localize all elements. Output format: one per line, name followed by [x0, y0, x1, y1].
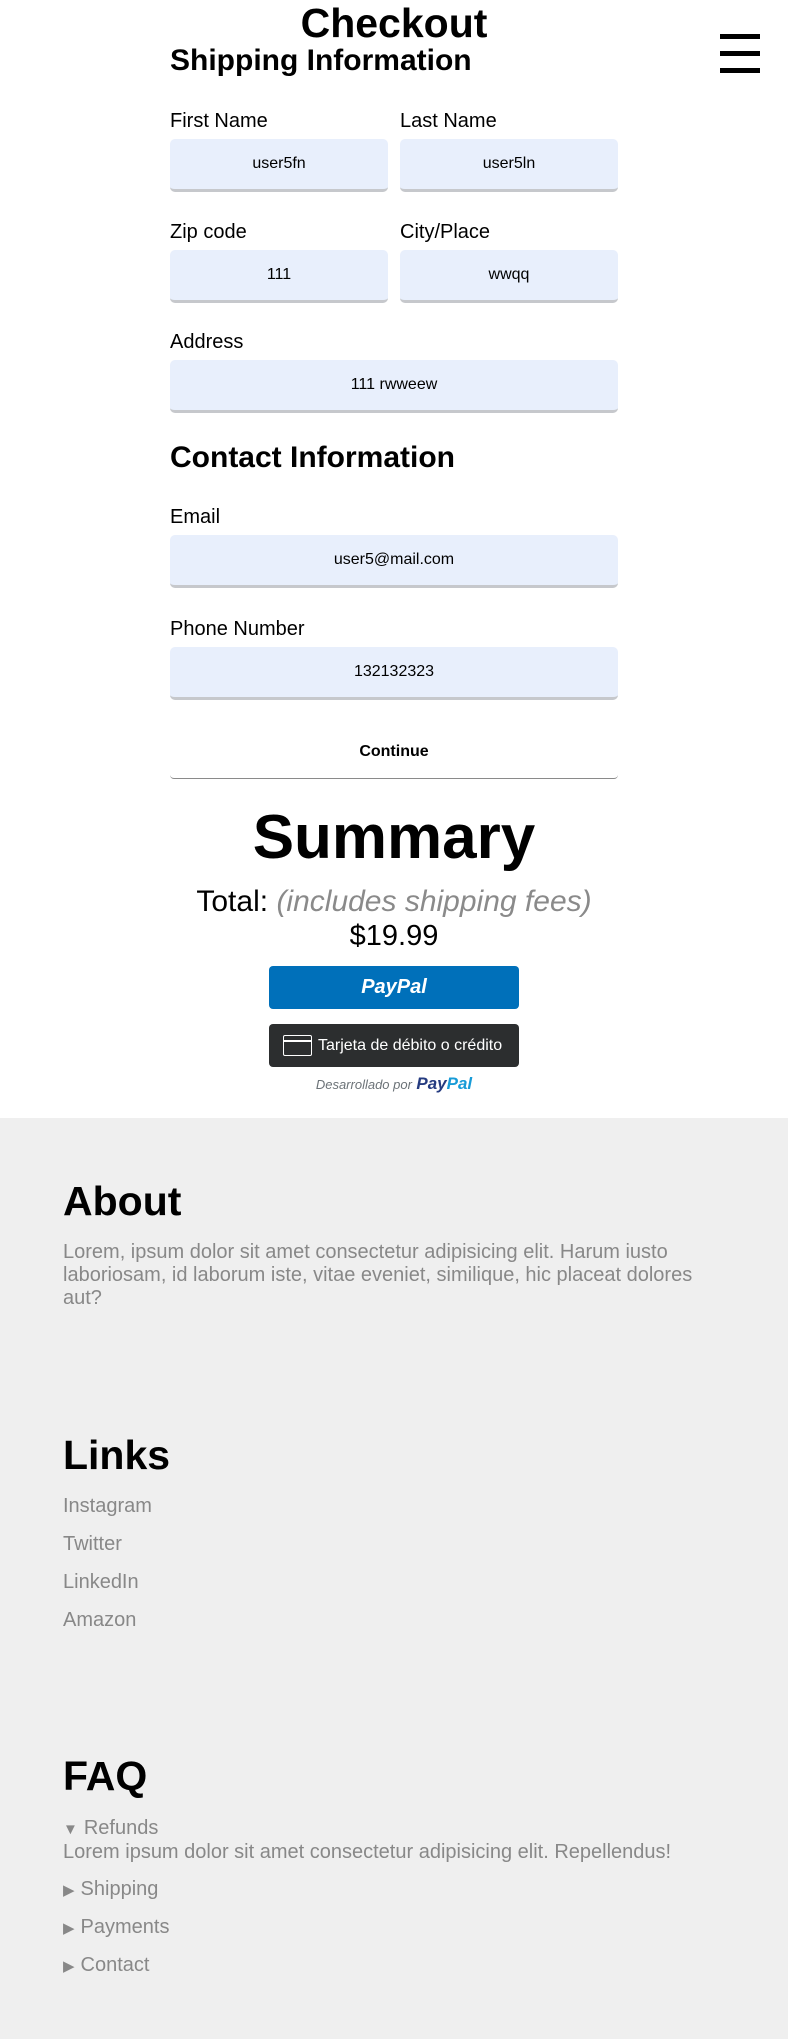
page-title: Checkout: [300, 0, 488, 46]
powered-by-paypal: Desarrollado por PayPal: [0, 1074, 788, 1094]
faq-shipping[interactable]: ▶ Shipping: [63, 1877, 158, 1903]
first-name-label: First Name: [170, 110, 268, 132]
footer: About Lorem, ipsum dolor sit amet consec…: [0, 1118, 788, 2039]
triangle-down-icon: ▼: [63, 1821, 78, 1838]
phone-label: Phone Number: [170, 618, 305, 640]
links-heading: Links: [63, 1432, 171, 1478]
powered-by-text: Desarrollado por: [315, 1077, 412, 1092]
address-input[interactable]: [170, 360, 618, 413]
credit-card-icon: [283, 1035, 312, 1056]
summary-heading: Summary: [252, 803, 536, 872]
shipping-fees-note: (includes shipping fees): [276, 885, 592, 918]
shipping-heading: Shipping Information: [170, 44, 472, 77]
city-input[interactable]: [400, 250, 618, 303]
faq-refunds[interactable]: ▼ Refunds: [63, 1816, 158, 1842]
faq-refunds-body: Lorem ipsum dolor sit amet consectetur a…: [63, 1841, 672, 1863]
email-label: Email: [170, 506, 221, 528]
address-label: Address: [170, 331, 244, 353]
hamburger-menu-icon[interactable]: [718, 34, 762, 78]
total-price: $19.99: [349, 920, 439, 952]
first-name-input[interactable]: [170, 139, 388, 192]
paypal-button[interactable]: PayPal: [269, 966, 519, 1009]
city-label: City/Place: [400, 221, 491, 243]
zip-code-input[interactable]: [170, 250, 388, 303]
paypal-logo: PayPal: [416, 1074, 473, 1093]
link-instagram[interactable]: Instagram: [63, 1494, 152, 1518]
faq-contact[interactable]: ▶ Contact: [63, 1953, 149, 1979]
contact-heading: Contact Information: [170, 441, 455, 474]
total-line: Total: (includes shipping fees): [0, 884, 788, 920]
email-input[interactable]: [170, 535, 618, 588]
triangle-right-icon: ▶: [63, 1920, 75, 1937]
last-name-input[interactable]: [400, 139, 618, 192]
card-payment-label: Tarjeta de débito o crédito: [318, 1037, 503, 1054]
continue-button[interactable]: Continue: [170, 726, 618, 779]
last-name-label: Last Name: [400, 110, 497, 132]
link-amazon[interactable]: Amazon: [63, 1608, 136, 1632]
about-text: Lorem, ipsum dolor sit amet consectetur …: [63, 1241, 693, 1309]
card-payment-button[interactable]: Tarjeta de débito o crédito: [269, 1024, 519, 1067]
faq-payments[interactable]: ▶ Payments: [63, 1915, 169, 1941]
triangle-right-icon: ▶: [63, 1958, 75, 1975]
total-label: Total:: [196, 885, 269, 918]
phone-input[interactable]: [170, 647, 618, 700]
about-heading: About: [63, 1178, 182, 1224]
link-linkedin[interactable]: LinkedIn: [63, 1570, 139, 1594]
triangle-right-icon: ▶: [63, 1882, 75, 1899]
faq-heading: FAQ: [63, 1753, 148, 1799]
link-twitter[interactable]: Twitter: [63, 1532, 122, 1556]
zip-code-label: Zip code: [170, 221, 247, 243]
